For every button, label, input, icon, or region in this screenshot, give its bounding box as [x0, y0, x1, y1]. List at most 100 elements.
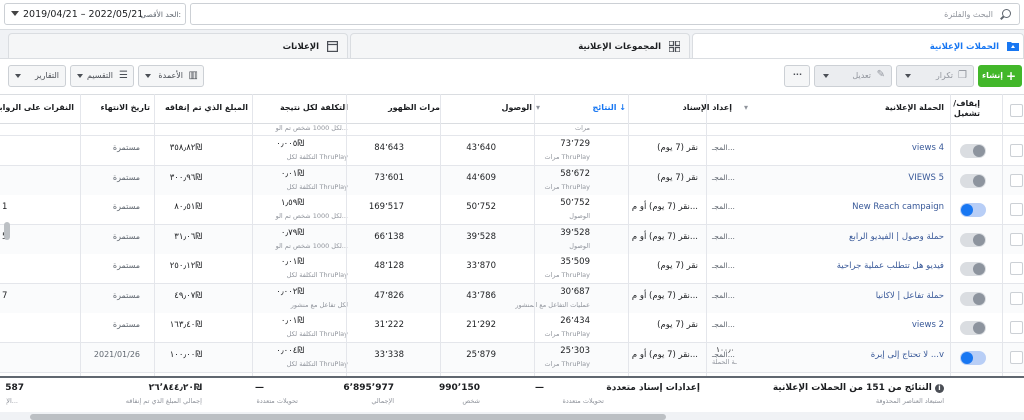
- toggle-knob: [973, 293, 985, 305]
- toggle-knob: [961, 204, 973, 216]
- campaign-name-link[interactable]: فيديو هل تتطلب عملية جراحية: [837, 261, 944, 271]
- results-value: 30٬687: [560, 287, 590, 297]
- create-button[interactable]: إنشاء +: [978, 65, 1022, 87]
- edit-button[interactable]: ✎ تعديل: [814, 65, 892, 87]
- results-sub: عمليات التفاعل مع المنشور: [515, 301, 590, 309]
- tab-campaigns-label: الحملات الإعلانية: [929, 42, 999, 52]
- row-checkbox[interactable]: [1010, 233, 1023, 246]
- breakdown-button[interactable]: ☰ التقسيم: [70, 65, 134, 87]
- vertical-scrollbar[interactable]: [4, 222, 10, 240]
- column-header-ends[interactable]: تاريخ الانتهاء: [100, 103, 150, 112]
- row-checkbox[interactable]: [1010, 351, 1023, 364]
- column-header-attribution[interactable]: إعداد الإسناد: [683, 103, 732, 112]
- horizontal-scrollbar[interactable]: [30, 414, 666, 420]
- column-divider: [440, 94, 441, 376]
- attribution-setting: نقر (7 يوم) أو م...: [631, 202, 698, 212]
- date-range-label: الحد الأقصى:: [140, 10, 181, 19]
- results-value: 35٬509: [560, 257, 590, 267]
- tab-campaigns[interactable]: الحملات الإعلانية: [692, 33, 1024, 60]
- campaign-name-link[interactable]: views 4: [912, 143, 944, 153]
- end-date-value: مستمرة: [112, 143, 140, 152]
- column-divider: [706, 94, 707, 376]
- row-checkbox[interactable]: [1010, 321, 1023, 334]
- campaign-toggle[interactable]: [960, 144, 986, 158]
- row-checkbox[interactable]: [1010, 262, 1023, 275]
- end-date-value: مستمرة: [112, 173, 140, 182]
- campaign-toggle[interactable]: [960, 174, 986, 188]
- window-icon: [327, 41, 338, 52]
- results-value: 58٬672: [560, 169, 590, 179]
- column-header-impressions[interactable]: مرات الظهور: [388, 103, 440, 112]
- pencil-icon: ✎: [876, 69, 885, 80]
- campaign-toggle[interactable]: [960, 233, 986, 247]
- results-sub: مرات ThruPlay: [544, 330, 590, 338]
- campaign-name-link[interactable]: حملة تفاعل | لاكانيا: [876, 291, 944, 301]
- tab-ads[interactable]: الإعلانات: [8, 33, 348, 59]
- delivery-status: المجـ...: [712, 232, 735, 241]
- select-all-checkbox[interactable]: [1010, 104, 1023, 117]
- campaign-name-link[interactable]: New Reach campaign: [852, 202, 944, 212]
- reach-value: 43٬640: [466, 143, 496, 153]
- cost-sub: لكل 1000 شخص تم الو...: [275, 212, 348, 220]
- column-header-amount-spent[interactable]: المبلغ الذي تم إنفاقه: [165, 103, 248, 112]
- impressions-value: 31٬222: [374, 320, 404, 330]
- results-value: 39٬528: [560, 228, 590, 238]
- reach-value: 43٬786: [466, 291, 496, 301]
- cost-sub: لكل تفاعل مع منشور: [290, 301, 348, 309]
- info-icon[interactable]: i: [935, 384, 944, 393]
- column-divider: [950, 94, 951, 376]
- campaigns-table: إيقاف/تشغيل الحملة الإعلانية ▾ إعداد الإ…: [0, 94, 1024, 376]
- totals-results-sub: تحويلات متعددة: [562, 397, 604, 405]
- totals-summary-label: النتائج من 151 من الحملات الإعلانية: [772, 383, 932, 393]
- results-sub: مرات ThruPlay: [544, 183, 590, 191]
- campaign-name-link[interactable]: views 2: [912, 320, 944, 330]
- campaign-name-link[interactable]: حملة وصول | الفيديو الرابع: [849, 232, 944, 242]
- row-checkbox[interactable]: [1010, 174, 1023, 187]
- end-date-value: مستمرة: [112, 261, 140, 270]
- reach-value: 39٬528: [466, 232, 496, 242]
- column-header-cost-per-result[interactable]: التكلفة لكل نتيجة: [280, 103, 348, 112]
- amount-spent-value: ٣١٫٠٦₪: [174, 232, 202, 242]
- cost-sub: لكل 1000 شخص تم الو...: [275, 124, 348, 132]
- impressions-value: 33٬338: [374, 350, 404, 360]
- row-checkbox[interactable]: [1010, 203, 1023, 216]
- column-divider: [154, 94, 155, 376]
- duplicate-button[interactable]: ❐ تكرار: [896, 65, 974, 87]
- campaign-name-link[interactable]: VIEWS 5: [908, 173, 944, 183]
- toggle-knob: [973, 263, 985, 275]
- delivery-status: المجـ...: [712, 291, 735, 300]
- column-header-link-clicks[interactable]: النقرات على الروابط: [0, 103, 74, 112]
- more-button[interactable]: ···: [784, 65, 810, 87]
- campaign-toggle[interactable]: [960, 292, 986, 306]
- column-divider: [628, 94, 629, 376]
- campaign-name-link[interactable]: لا تحتاج إلى إبرة ...v: [871, 350, 944, 360]
- columns-button[interactable]: ▥ الأعمدة: [138, 65, 204, 87]
- totals-spent: ٢٦٬٨٤٤٫٢٠₪: [148, 383, 202, 393]
- date-range-picker[interactable]: 2019/04/21 – 2022/05/21 الحد الأقصى:: [4, 3, 186, 25]
- end-date-value: مستمرة: [112, 232, 140, 241]
- results-sub: مرات: [575, 124, 590, 132]
- reports-button[interactable]: التقارير: [8, 65, 66, 87]
- row-checkbox[interactable]: [1010, 292, 1023, 305]
- campaign-toggle[interactable]: [960, 321, 986, 335]
- attribution-setting: نقر (7 يوم): [657, 261, 698, 271]
- search-input[interactable]: [191, 4, 1019, 24]
- campaign-toggle[interactable]: [960, 351, 986, 365]
- tab-ad-sets[interactable]: المجموعات الإعلانية: [350, 33, 690, 59]
- link-clicks-value: 7: [2, 291, 8, 301]
- reach-value: 25٬879: [466, 350, 496, 360]
- search-icon: [1002, 9, 1011, 18]
- search-box[interactable]: [190, 3, 1020, 25]
- campaign-toggle[interactable]: [960, 203, 986, 217]
- column-header-results[interactable]: النتائج ↓: [592, 103, 626, 112]
- toggle-knob: [973, 175, 985, 187]
- column-header-campaign[interactable]: الحملة الإعلانية: [885, 103, 944, 112]
- toggle-knob: [973, 145, 985, 157]
- totals-impressions-sub: الإجمالي: [371, 397, 394, 405]
- cost-sub: التكلفة لكل ThruPlay: [286, 183, 348, 191]
- row-checkbox[interactable]: [1010, 144, 1023, 157]
- campaign-toggle[interactable]: [960, 262, 986, 276]
- totals-cost-sub: تحويلات متعددة: [256, 397, 298, 405]
- column-header-reach[interactable]: الوصول: [502, 103, 532, 112]
- column-divider: [534, 94, 535, 376]
